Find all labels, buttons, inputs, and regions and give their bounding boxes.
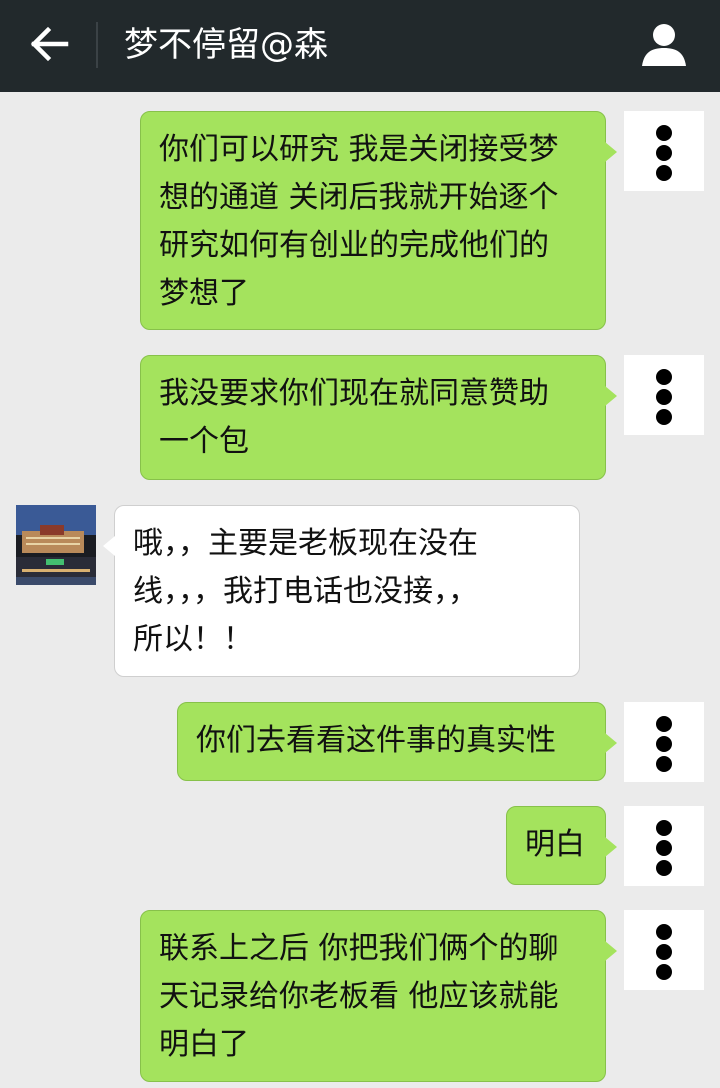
message-line: 线，，，我打电话也没接，， (133, 574, 478, 609)
avatar-dot (656, 944, 672, 960)
message-line: 你们可以研究 我是关闭接受梦 (159, 132, 559, 167)
avatar-dot (656, 409, 672, 425)
my-avatar[interactable] (624, 910, 704, 990)
message-bubble-outgoing[interactable]: 明白 (506, 806, 617, 885)
my-avatar[interactable] (624, 355, 704, 435)
message-bubble-outgoing[interactable]: 你们去看看这件事的真实性 (177, 702, 617, 781)
message-line: 想的通道 关闭后我就开始逐个 (159, 180, 559, 215)
my-avatar[interactable] (624, 702, 704, 782)
avatar-dot (656, 716, 672, 732)
message-line: 梦想了 (159, 276, 249, 311)
back-button[interactable] (28, 22, 72, 66)
message-line: 你们去看看这件事的真实性 (196, 723, 556, 758)
avatar-dot (656, 165, 672, 181)
message-line: 联系上之后 你把我们俩个的聊 (159, 931, 559, 966)
message-line: 一个包 (159, 424, 249, 459)
person-icon (642, 24, 686, 66)
avatar-dot (656, 389, 672, 405)
chat-header: 梦不停留@森 (0, 0, 720, 92)
avatar-dot (656, 964, 672, 980)
message-bubble-outgoing[interactable]: 我没要求你们现在就同意赞助 一个包 (140, 355, 617, 480)
avatar-dot (656, 369, 672, 385)
message-line: 哦，，主要是老板现在没在 (133, 526, 478, 561)
arrow-left-icon (30, 26, 69, 62)
my-avatar[interactable] (624, 111, 704, 191)
message-line: 明白 (525, 827, 585, 862)
chat-title: 梦不停留@森 (124, 25, 328, 65)
my-avatar[interactable] (624, 806, 704, 886)
avatar-dot (656, 125, 672, 141)
avatar-dot (656, 736, 672, 752)
avatar-dot (656, 840, 672, 856)
avatar-dot (656, 860, 672, 876)
contact-avatar[interactable] (16, 505, 96, 585)
header-divider (96, 22, 98, 68)
contact-info-button[interactable] (640, 22, 688, 68)
message-bubble-outgoing[interactable]: 你们可以研究 我是关闭接受梦 想的通道 关闭后我就开始逐个 研究如何有创业的完成… (140, 111, 617, 330)
avatar-dot (656, 820, 672, 836)
message-line: 天记录给你老板看 他应该就能 (159, 979, 559, 1014)
message-line: 我没要求你们现在就同意赞助 (159, 376, 549, 411)
message-line: 所以！！ (133, 622, 253, 657)
message-bubble-incoming[interactable]: 哦，，主要是老板现在没在 线，，，我打电话也没接，， 所以！！ (103, 505, 580, 677)
message-line: 研究如何有创业的完成他们的 (159, 228, 549, 263)
message-line: 明白了 (159, 1027, 249, 1062)
avatar-dot (656, 145, 672, 161)
palace-photo-icon (16, 505, 96, 585)
avatar-dot (656, 924, 672, 940)
message-bubble-outgoing[interactable]: 联系上之后 你把我们俩个的聊 天记录给你老板看 他应该就能 明白了 (140, 910, 617, 1082)
avatar-dot (656, 756, 672, 772)
